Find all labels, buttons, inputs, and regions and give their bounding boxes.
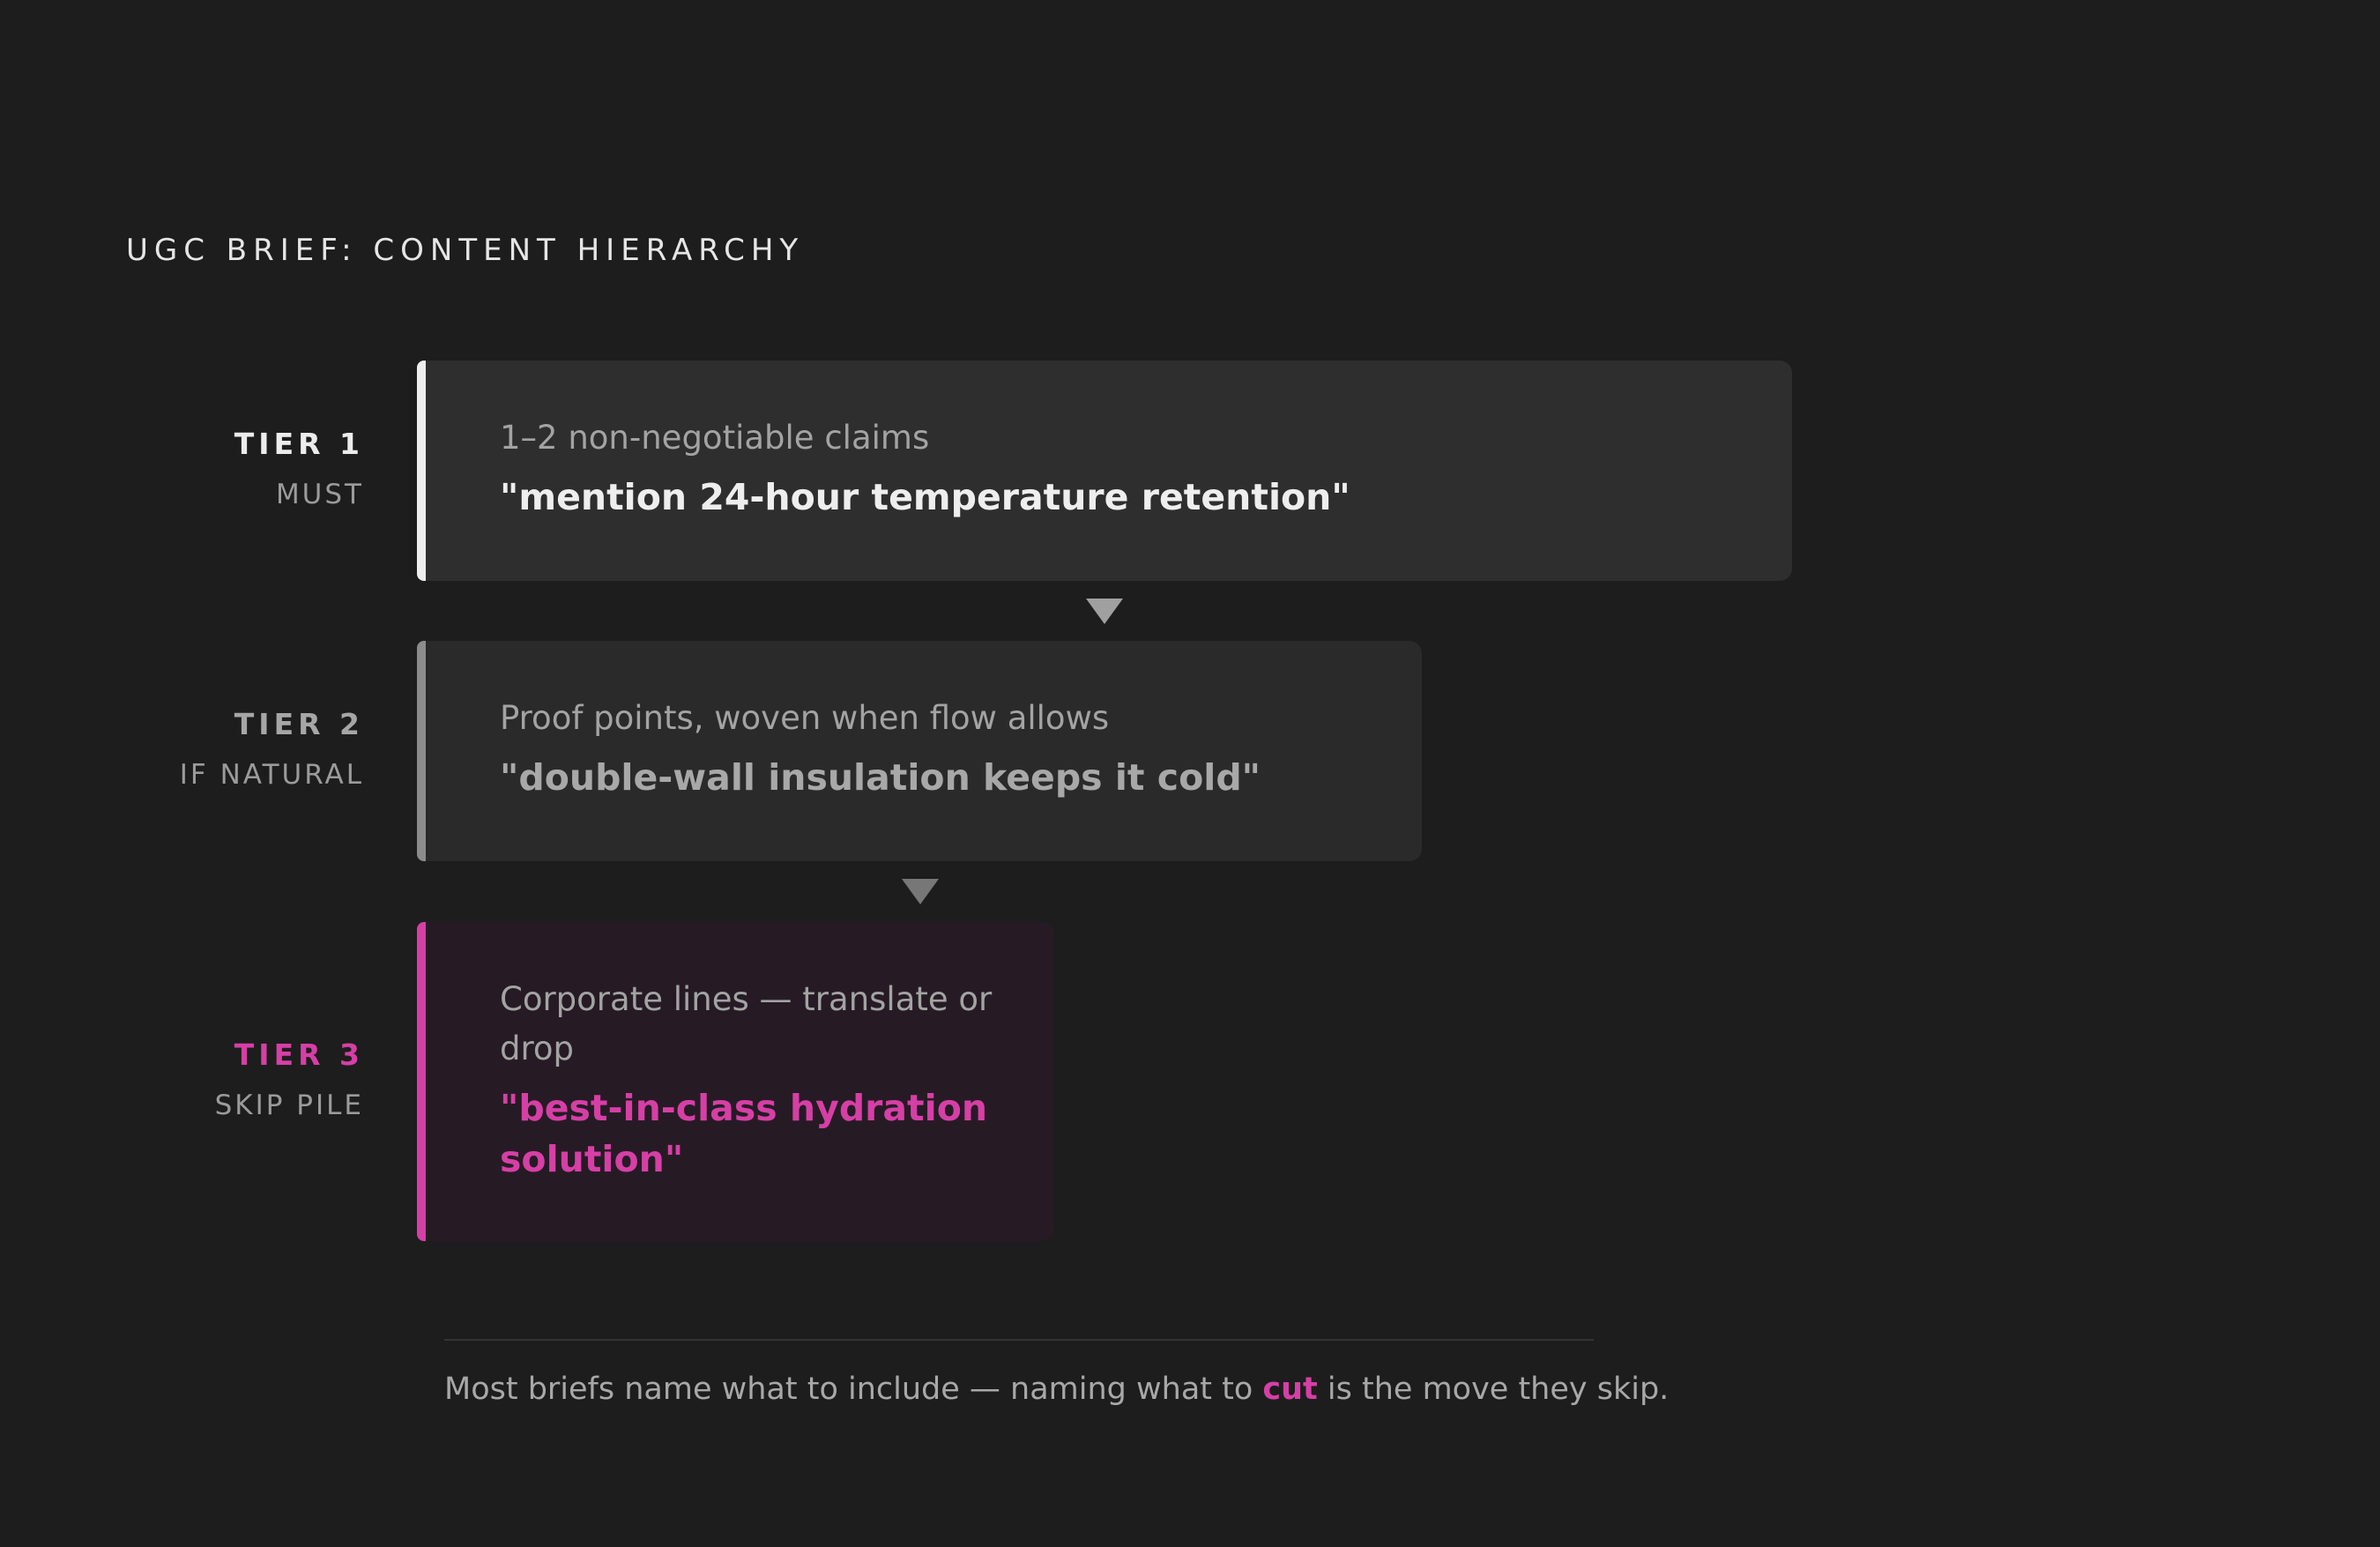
divider [444, 1339, 1594, 1341]
tier-3-accent-bar [417, 922, 426, 1241]
tier-3-sublabel: SKIP PILE [214, 1090, 364, 1121]
tier-2-accent-bar [417, 641, 426, 861]
page-title: UGC BRIEF: CONTENT HIERARCHY [126, 233, 805, 268]
tier-2-label: TIER 2 [234, 707, 364, 741]
tier-3-label-group: TIER 3 SKIP PILE [215, 1038, 364, 1121]
down-arrow-icon [902, 879, 939, 904]
tier-1-box: 1–2 non-negotiable claims "mention 24-ho… [417, 361, 1792, 581]
tier-2-description: Proof points, woven when flow allows [500, 699, 1110, 737]
tier-1-quote: "mention 24-hour temperature retention" [500, 476, 1350, 518]
down-arrow-icon [1086, 599, 1123, 624]
tier-2-sublabel: IF NATURAL [179, 759, 364, 791]
tier-3-box: Corporate lines — translate or drop "bes… [417, 922, 1053, 1241]
tier-1-accent-bar [417, 361, 426, 581]
footnote-text-end: is the move they skip. [1317, 1372, 1670, 1407]
tier-2-quote: "double-wall insulation keeps it cold" [500, 756, 1261, 799]
tier-3-label: TIER 3 [234, 1038, 364, 1072]
tier-3-quote: "best-in-class hydration solution" [500, 1087, 988, 1180]
tier-3-description: Corporate lines — translate or drop [500, 980, 993, 1067]
tier-1-label: TIER 1 [234, 427, 364, 461]
tier-1-description: 1–2 non-negotiable claims [500, 419, 930, 457]
footnote-highlight: cut [1262, 1372, 1318, 1407]
tier-2-box: Proof points, woven when flow allows "do… [417, 641, 1422, 861]
tier-1-sublabel: MUST [275, 479, 364, 510]
tier-1-label-group: TIER 1 MUST [234, 427, 364, 510]
tier-2-label-group: TIER 2 IF NATURAL [180, 707, 364, 791]
footnote-text-start: Most briefs name what to include — namin… [444, 1372, 1263, 1407]
footnote: Most briefs name what to include — namin… [444, 1372, 1669, 1407]
